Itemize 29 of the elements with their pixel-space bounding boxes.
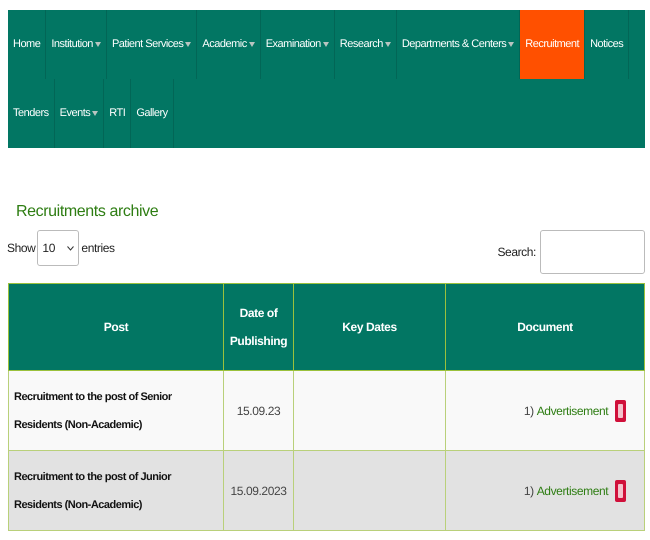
nav-item[interactable]: Patient Services: [106, 10, 198, 79]
entries-select[interactable]: 10: [37, 230, 80, 266]
nav-item[interactable]: Tenders: [8, 79, 55, 148]
nav-item[interactable]: Events: [54, 79, 104, 148]
nav-item[interactable]: Institution: [46, 10, 107, 79]
nav-item[interactable]: Gallery: [131, 79, 174, 148]
advertisement-link[interactable]: Advertisement: [536, 482, 608, 500]
page-heading: Recruitments archive: [16, 202, 158, 222]
item-number: 1): [524, 402, 534, 420]
advertisement-link[interactable]: Advertisement: [536, 402, 608, 420]
nav-item[interactable]: Examination: [260, 10, 335, 79]
table-cell: Recruitment to the post of Junior Residents (Non-Academic): [8, 450, 224, 530]
item-number: 1): [524, 482, 534, 500]
column-header: Date of Publishing: [224, 284, 294, 370]
nav-item[interactable]: Home: [8, 10, 46, 79]
column-header: Document: [446, 284, 644, 370]
nav-item[interactable]: Research: [334, 10, 397, 79]
entries-label: entries: [81, 240, 115, 257]
nav-item[interactable]: Recruitment: [520, 10, 586, 79]
nav-item[interactable]: Notices: [585, 10, 630, 79]
search-field[interactable]: [540, 230, 645, 274]
show-label: Show: [7, 240, 36, 257]
search-label: Search:: [497, 244, 536, 261]
nav-item[interactable]: RTI: [104, 79, 132, 148]
chevron-down-icon: [67, 246, 74, 250]
column-header: Key Dates: [294, 284, 446, 370]
table-cell: 15.09.2023: [224, 450, 294, 530]
column-header: Post: [8, 284, 224, 370]
nav-item[interactable]: Academic: [197, 10, 261, 79]
